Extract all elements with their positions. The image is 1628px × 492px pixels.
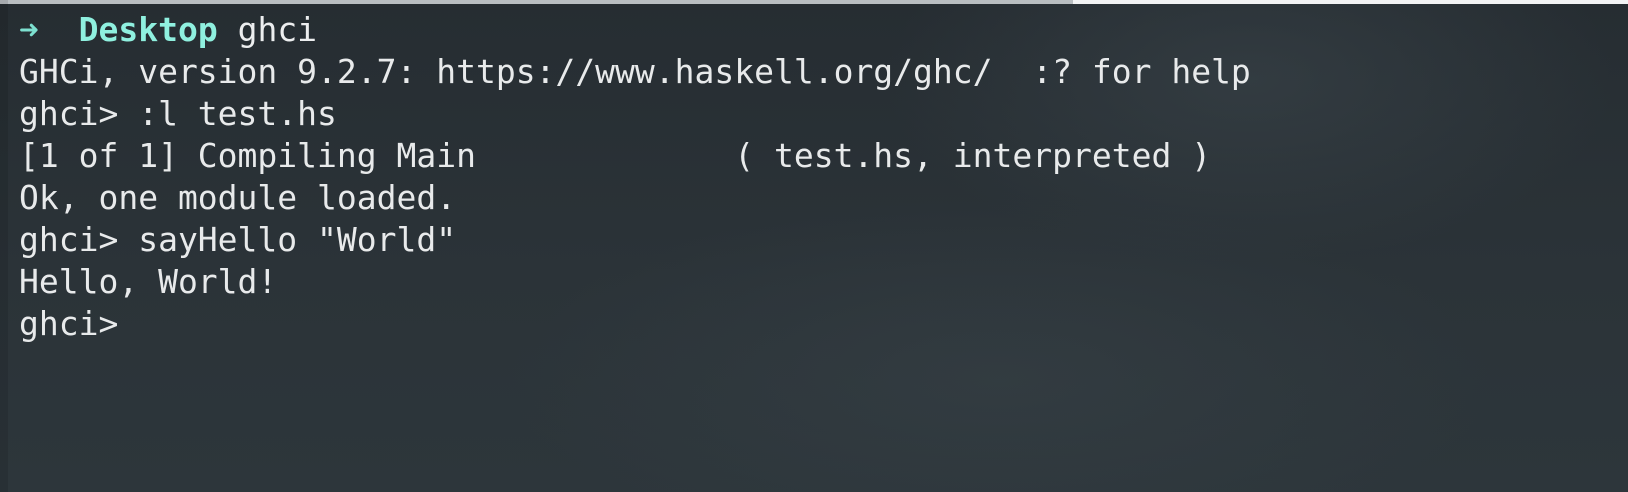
terminal-window[interactable]: ➜ Desktop ghci GHCi, version 9.2.7: http… [0,0,1628,492]
shell-prompt-line: ➜ Desktop ghci [19,9,1628,51]
top-edge-left-segment [0,0,1073,4]
prompt-directory: Desktop [78,10,218,49]
prompt-arrow-icon: ➜ [19,10,39,49]
ghci-banner-line: GHCi, version 9.2.7: https://www.haskell… [19,52,1251,91]
window-top-edge [0,0,1628,5]
left-edge-shadow [0,0,8,492]
ghci-loaded-line: Ok, one module loaded. [19,178,457,217]
ghci-sayhello-command-line: ghci> sayHello "World" [19,220,457,259]
ghci-load-command-line: ghci> :l test.hs [19,94,337,133]
ghci-compiling-line: [1 of 1] Compiling Main ( test.hs, inter… [19,136,1212,175]
shell-command: ghci [237,10,318,49]
top-edge-right-segment [1073,0,1628,4]
ghci-output-line: Hello, World! [19,262,278,301]
ghci-current-prompt[interactable]: ghci> [19,303,1628,345]
